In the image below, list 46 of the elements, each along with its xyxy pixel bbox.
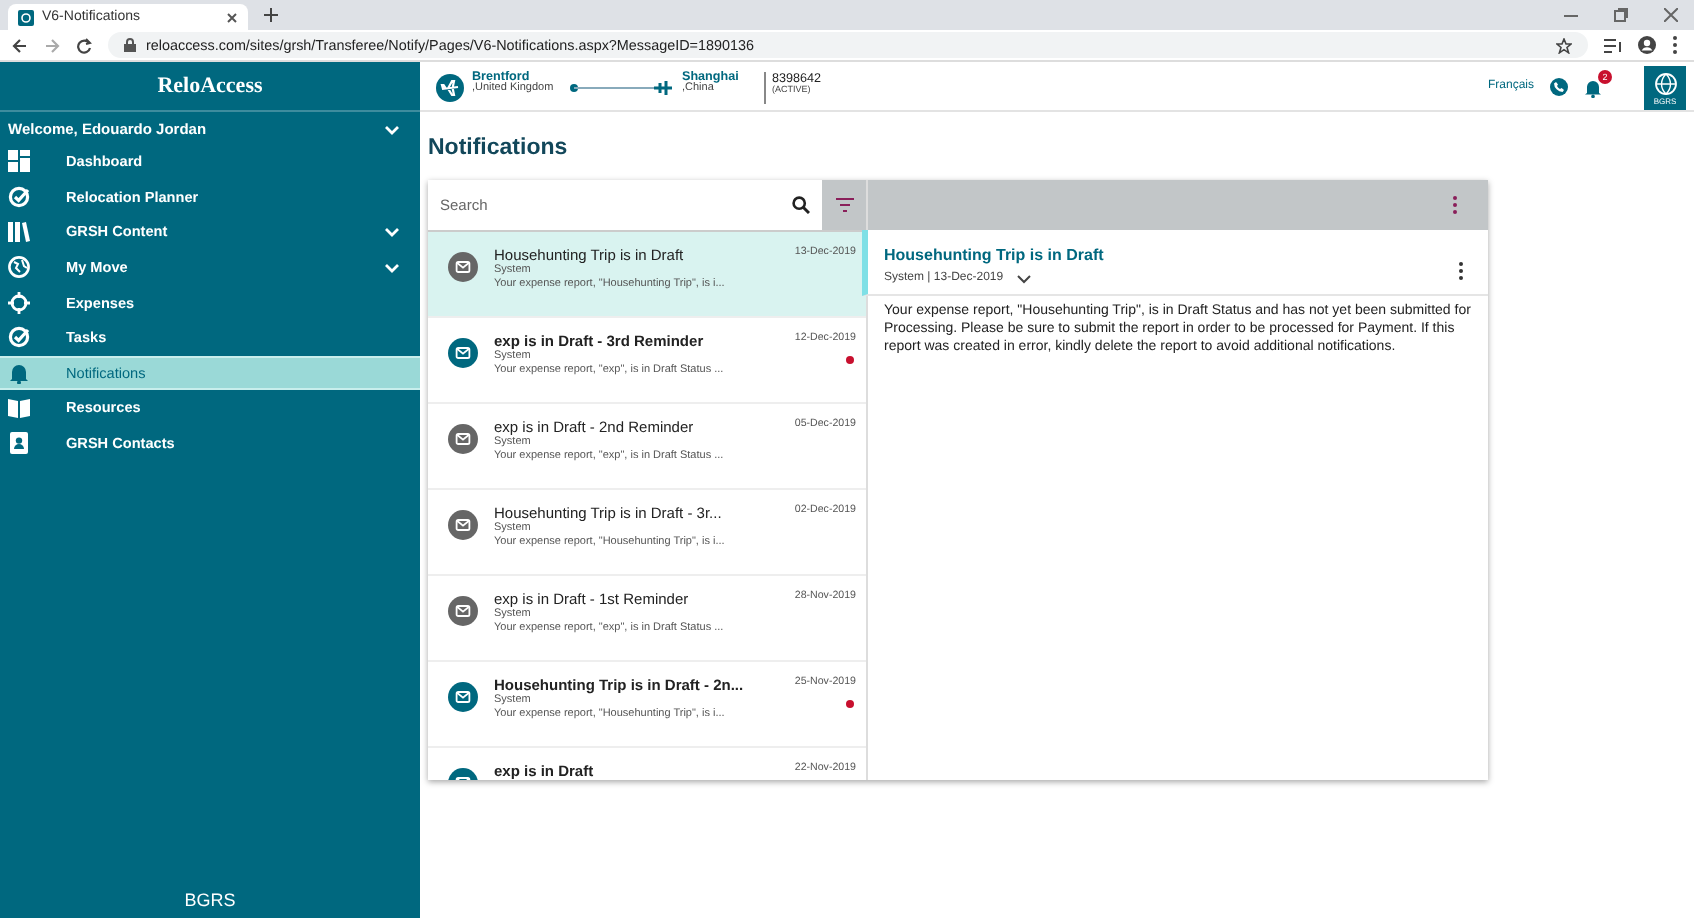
unread-dot (846, 356, 854, 364)
more-icon[interactable] (1458, 262, 1464, 280)
more-icon[interactable] (1672, 36, 1678, 54)
envelope-icon (448, 252, 478, 282)
back-icon[interactable] (12, 37, 28, 53)
brand-logo[interactable]: ReloAccess (0, 62, 420, 112)
detail-title: Househunting Trip is in Draft (884, 246, 1104, 264)
phone-icon[interactable] (1550, 77, 1568, 95)
lock-icon (124, 38, 136, 52)
nav-icon (8, 256, 30, 279)
envelope-icon (448, 596, 478, 626)
chevron-down-icon (384, 261, 400, 274)
globe-icon (1653, 71, 1677, 95)
filter-button[interactable] (822, 180, 866, 230)
envelope-icon (448, 424, 478, 454)
airplane-icon (436, 74, 464, 103)
company-logo: BGRS (182, 890, 238, 914)
site-icon (18, 9, 34, 25)
envelope-icon (448, 338, 478, 368)
nav-icon (8, 291, 30, 314)
new-tab-icon[interactable] (264, 8, 278, 22)
close-icon[interactable] (1664, 8, 1678, 22)
restore-icon[interactable] (1614, 8, 1628, 22)
search-icon (792, 196, 810, 214)
reload-icon[interactable] (76, 37, 92, 53)
star-icon[interactable] (1556, 37, 1572, 53)
nav-icon (8, 326, 30, 349)
envelope-icon (448, 510, 478, 540)
nav-icon (8, 150, 30, 173)
chevron-down-icon (384, 225, 400, 238)
chevron-down-icon (384, 123, 400, 135)
nav-icon (8, 361, 30, 384)
page-title: Notifications (428, 136, 570, 164)
bell-icon[interactable] (1584, 78, 1602, 98)
account-icon[interactable] (1638, 36, 1656, 54)
nav-icon (8, 396, 30, 419)
route-line-drawing (570, 78, 674, 99)
nav-icon (8, 220, 30, 243)
close-icon[interactable] (226, 11, 238, 23)
playlist-icon[interactable] (1604, 37, 1622, 53)
nav-icon (8, 432, 30, 455)
unread-dot (846, 700, 854, 708)
chevron-down-icon[interactable] (1015, 273, 1032, 283)
envelope-icon (448, 682, 478, 712)
nav-icon (8, 185, 30, 208)
filter-icon (835, 198, 853, 212)
